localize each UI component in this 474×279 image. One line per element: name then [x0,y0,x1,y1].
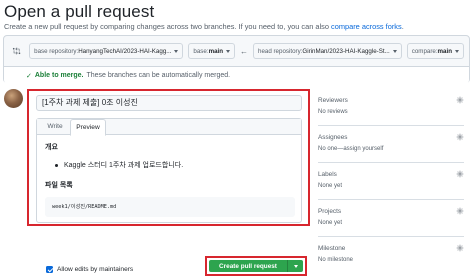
sidebar-labels-value: None yet [318,183,343,189]
title-input[interactable]: [1주차 과제 제출] 0조 이성진 [36,95,302,111]
head-repository-label: head repository: [258,47,303,55]
gear-icon[interactable] [456,207,464,215]
preview-heading-overview: 개요 [45,144,58,151]
page-subtitle: Create a new pull request by comparing c… [4,22,404,31]
tab-write[interactable]: Write [41,119,69,135]
bullet-icon [55,163,58,167]
sidebar-reviewers-value: No reviews [318,109,348,115]
git-compare-icon [12,47,21,55]
assign-yourself-link[interactable]: No one—assign yourself [318,146,383,152]
base-repository-select[interactable]: base repository: HanyangTechAI/2023-HAI-… [29,43,184,59]
merge-detail: These branches can be automatically merg… [86,72,231,79]
sidebar-reviewers: Reviewers No reviews [318,96,464,115]
sidebar-assignees-title: Assignees [318,134,348,141]
base-repository-label: base repository: [34,47,79,55]
create-button-highlight: Create pull request [205,256,307,276]
sidebar-reviewers-title: Reviewers [318,97,348,104]
compare-branch-label: compare: [411,47,438,55]
head-repository-select[interactable]: head repository: GirinMan/2023-HAI-Kaggl… [253,43,402,59]
merge-status: Able to merge. [34,72,84,79]
code-block: week1/이성진/README.md [45,197,295,217]
sidebar-labels-title: Labels [318,171,337,178]
list-item: Kaggle 스터디 1주차 과제 업로드합니다. [55,160,293,170]
gear-icon[interactable] [456,244,464,252]
sidebar-milestone-title: Milestone [318,245,346,252]
compare-branches-row: base repository: HanyangTechAI/2023-HAI-… [4,36,469,66]
sidebar-projects-value: None yet [318,220,343,226]
preview-body: 개요 Kaggle 스터디 1주차 과제 업로드합니다. 파일 목록 week1… [37,135,301,222]
allow-edits-label: Allow edits by maintainers [57,266,134,273]
divider [318,162,464,163]
sidebar-projects: Projects None yet [318,207,464,226]
subtitle-suffix: . [401,22,404,31]
chevron-down-icon [226,49,231,53]
allow-edits-checkbox[interactable] [46,266,53,273]
chevron-down-icon [455,49,459,53]
compare-branch-value: main [437,47,452,55]
tab-preview[interactable]: Preview [70,119,106,136]
arrow-left-icon: ← [240,46,249,56]
base-branch-select[interactable]: base: main [188,43,236,59]
chevron-down-icon [293,264,298,268]
create-pull-request-label: Create pull request [219,262,277,270]
divider [318,199,464,200]
create-options-dropdown[interactable] [288,264,303,268]
divider [318,236,464,237]
sidebar-projects-title: Projects [318,208,342,215]
compare-across-forks-link[interactable]: compare across forks [331,22,402,31]
base-branch-value: main [208,47,224,55]
check-icon: ✓ [26,72,32,80]
gear-icon[interactable] [456,96,464,104]
gear-icon[interactable] [456,170,464,178]
compare-branch-select[interactable]: compare: main [406,43,464,59]
compare-box: base repository: HanyangTechAI/2023-HAI-… [3,35,470,84]
pull-request-editor: [1주차 과제 제출] 0조 이성진 Write Preview 개요 Kagg… [27,89,310,226]
sidebar-milestone: Milestone No milestone [318,244,464,263]
divider [318,125,464,126]
page-title: Open a pull request [4,2,155,21]
base-repository-value: HanyangTechAI/2023-HAI-Kagg... [78,47,172,55]
preview-heading-files: 파일 목록 [45,182,73,189]
avatar [4,89,23,108]
base-branch-label: base: [193,47,209,55]
editor-tabs: Write Preview [37,119,301,136]
create-pull-request-button[interactable]: Create pull request [209,260,303,272]
list-item-text: Kaggle 스터디 1주차 과제 업로드합니다. [64,162,184,169]
sidebar-assignees-value: No one—assign yourself [318,146,464,152]
comment-box: Write Preview 개요 Kaggle 스터디 1주차 과제 업로드합니… [36,118,302,223]
sidebar-labels: Labels None yet [318,170,464,189]
chevron-down-icon [174,49,179,53]
sidebar-assignees: Assignees No one—assign yourself [318,133,464,152]
head-repository-value: GirinMan/2023-HAI-Kaggle-St... [302,47,390,55]
merge-status-row: ✓ Able to merge. These branches can be a… [4,66,469,84]
chevron-down-icon [392,49,397,53]
subtitle-text: Create a new pull request by comparing c… [4,22,332,31]
gear-icon[interactable] [456,133,464,141]
allow-edits-row[interactable]: Allow edits by maintainers [46,266,133,273]
sidebar-milestone-value: No milestone [318,257,354,263]
